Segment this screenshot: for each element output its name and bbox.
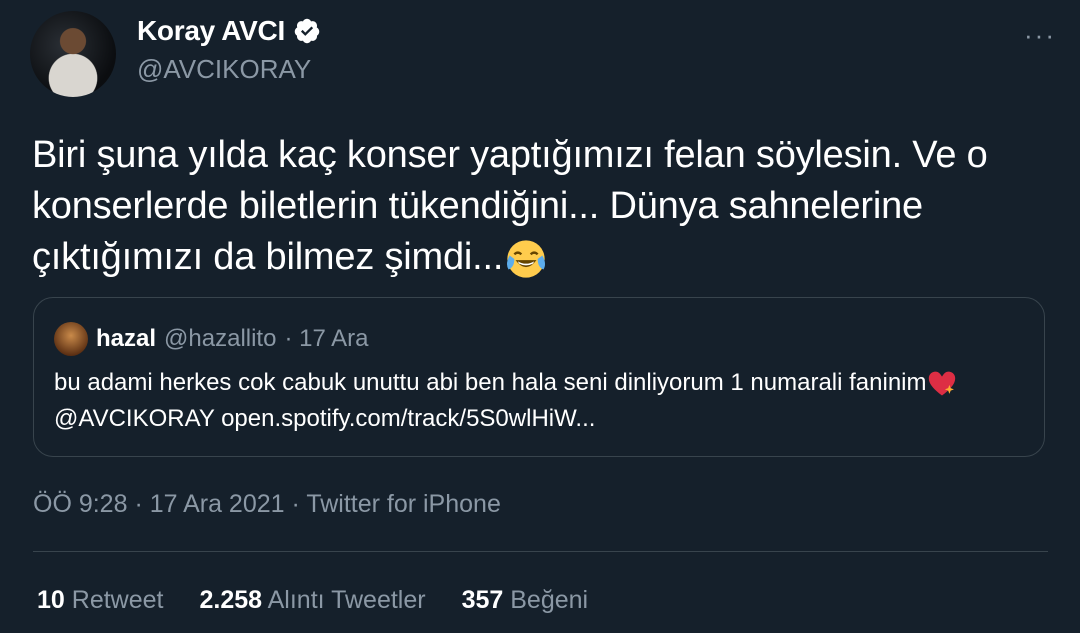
retweets-label: Retweet [71, 586, 164, 614]
quoted-tweet-text: bu adami herkes cok cabuk unuttu abi ben… [54, 365, 1014, 437]
author-name-row: Koray AVCI [137, 15, 321, 47]
quoted-mention-link[interactable]: @AVCIKORAY [54, 405, 214, 432]
quote-tweets-count: 2.258 [199, 586, 263, 614]
retweets-stat[interactable]: 10 Retweet [37, 586, 163, 615]
author-handle[interactable]: @AVCIKORAY [137, 54, 311, 85]
quoted-body: bu adami herkes cok cabuk unuttu abi ben… [54, 369, 927, 396]
divider [33, 551, 1048, 552]
quoted-author-avatar [54, 322, 88, 356]
engagement-stats: 10 Retweet 2.258 Alıntı Tweetler 357 Beğ… [37, 586, 588, 615]
tweet-text: Biri şuna yılda kaç konser yaptığımızı f… [32, 130, 1042, 283]
quoted-author-name: hazal [96, 325, 157, 352]
quote-tweets-stat[interactable]: 2.258 Alıntı Tweetler [199, 586, 425, 615]
verified-badge-icon [294, 18, 320, 44]
quoted-author-handle: @hazallito [164, 325, 277, 352]
retweets-count: 10 [37, 586, 65, 614]
tweet-timestamp[interactable]: ÖÖ 9:28 · 17 Ara 2021 · Twitter for iPho… [33, 490, 501, 519]
quoted-tweet-header: hazal @hazallito · 17 Ara [54, 322, 369, 356]
more-options-icon[interactable]: ··· [1024, 20, 1056, 51]
quoted-spotify-link[interactable]: open.spotify.com/track/5S0wlHiW... [221, 405, 595, 432]
author-avatar[interactable] [30, 11, 116, 97]
quoted-tweet[interactable]: hazal @hazallito · 17 Ara bu adami herke… [33, 297, 1045, 457]
likes-count: 357 [461, 586, 504, 614]
sparkling-heart-icon [928, 371, 955, 396]
likes-stat[interactable]: 357 Beğeni [462, 586, 589, 615]
likes-label: Beğeni [510, 586, 589, 614]
face-with-tears-of-joy-icon [507, 240, 546, 278]
quoted-date: · 17 Ara [284, 325, 369, 352]
author-name[interactable]: Koray AVCI [137, 15, 285, 47]
quote-tweets-label: Alıntı Tweetler [267, 586, 426, 614]
